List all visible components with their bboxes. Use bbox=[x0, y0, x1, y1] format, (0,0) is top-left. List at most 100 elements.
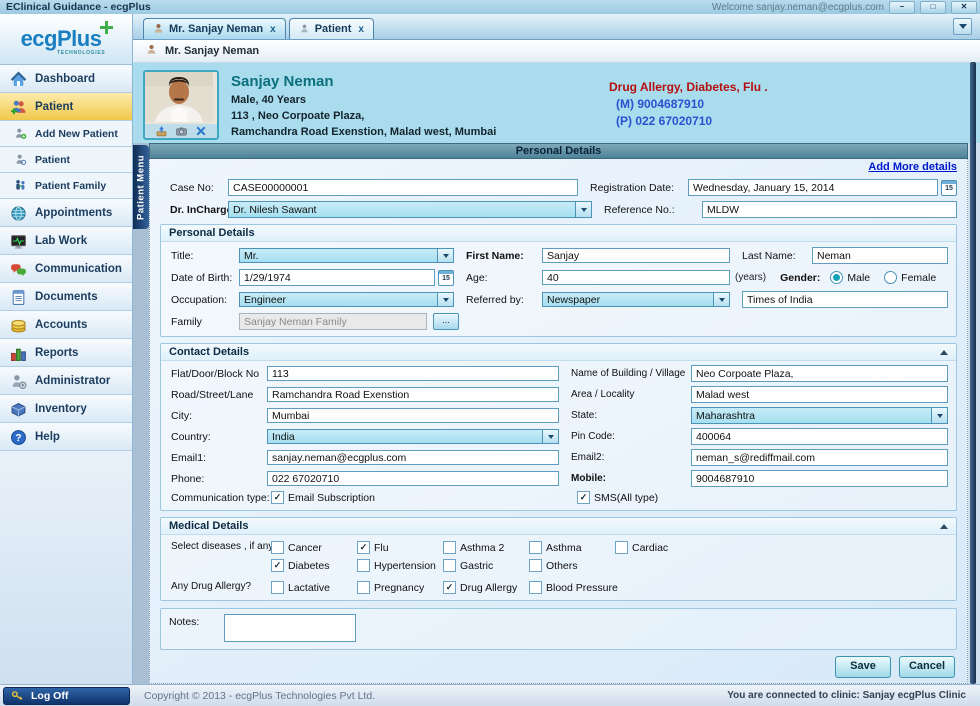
sidebar-item-appointments[interactable]: Appointments bbox=[0, 199, 132, 227]
checkbox-cancer[interactable]: Cancer bbox=[271, 541, 357, 554]
checkbox-checked-icon[interactable]: ✓ bbox=[271, 491, 284, 504]
checkbox-unchecked-icon[interactable] bbox=[529, 541, 542, 554]
calendar-icon[interactable]: 15 bbox=[438, 270, 454, 286]
notes-textarea[interactable] bbox=[224, 614, 356, 642]
chevron-down-icon[interactable] bbox=[713, 293, 729, 306]
tab-close-icon[interactable]: x bbox=[358, 24, 364, 35]
sidebar-item-lab-work[interactable]: Lab Work bbox=[0, 227, 132, 255]
checkbox-checked-icon[interactable]: ✓ bbox=[443, 581, 456, 594]
checkbox-pregnancy[interactable]: Pregnancy bbox=[357, 581, 443, 594]
registration-date-input[interactable]: Wednesday, January 15, 2014 bbox=[688, 179, 938, 196]
checkbox-sms-all-type-[interactable]: ✓SMS(All type) bbox=[577, 491, 658, 504]
checkbox-lactative[interactable]: Lactative bbox=[271, 581, 357, 594]
tab-list-dropdown[interactable] bbox=[953, 18, 972, 35]
chevron-down-icon[interactable] bbox=[437, 293, 453, 306]
family-browse-button[interactable]: ... bbox=[433, 313, 459, 330]
country-select[interactable]: India bbox=[267, 429, 559, 444]
checkbox-cardiac[interactable]: Cardiac bbox=[615, 541, 701, 554]
state-select[interactable]: Maharashtra bbox=[691, 407, 948, 424]
collapse-icon[interactable] bbox=[940, 350, 948, 355]
last-name-input[interactable]: Neman bbox=[812, 247, 948, 264]
checkbox-diabetes[interactable]: ✓Diabetes bbox=[271, 559, 357, 572]
area-input[interactable]: Malad west bbox=[691, 386, 948, 403]
occupation-select[interactable]: Engineer bbox=[239, 292, 454, 307]
dob-input[interactable]: 1/29/1974 bbox=[239, 269, 435, 286]
checkbox-email-subscription[interactable]: ✓Email Subscription bbox=[271, 491, 577, 504]
maximize-button[interactable]: □ bbox=[920, 1, 946, 14]
checkbox-flu[interactable]: ✓Flu bbox=[357, 541, 443, 554]
add-more-details-link[interactable]: Add More details bbox=[868, 161, 957, 173]
radio-male[interactable]: Male bbox=[830, 271, 870, 284]
save-button[interactable]: Save bbox=[835, 656, 891, 678]
checkbox-others[interactable]: Others bbox=[529, 559, 615, 572]
checkbox-unchecked-icon[interactable] bbox=[271, 541, 284, 554]
case-no-input[interactable]: CASE00000001 bbox=[228, 179, 578, 196]
cancel-button[interactable]: Cancel bbox=[899, 656, 955, 678]
checkbox-checked-icon[interactable]: ✓ bbox=[577, 491, 590, 504]
city-input[interactable]: Mumbai bbox=[267, 408, 559, 423]
age-input[interactable]: 40 bbox=[542, 270, 730, 285]
reference-no-input[interactable]: MLDW bbox=[702, 201, 957, 218]
remove-photo-icon[interactable] bbox=[195, 125, 207, 137]
sidebar-item-documents[interactable]: Documents bbox=[0, 283, 132, 311]
email1-input[interactable]: sanjay.neman@ecgplus.com bbox=[267, 450, 559, 465]
log-off-button[interactable]: Log Off bbox=[3, 687, 130, 705]
patient-menu-tab[interactable]: Patient Menu bbox=[133, 145, 149, 229]
tab-patient-record[interactable]: Mr. Sanjay Neman x bbox=[143, 18, 286, 39]
checkbox-unchecked-icon[interactable] bbox=[357, 559, 370, 572]
radio-unselected-icon[interactable] bbox=[884, 271, 897, 284]
referred-detail-input[interactable]: Times of India bbox=[742, 291, 948, 308]
building-input[interactable]: Neo Corpoate Plaza, bbox=[691, 365, 948, 382]
checkbox-checked-icon[interactable]: ✓ bbox=[357, 541, 370, 554]
sidebar-item-reports[interactable]: Reports bbox=[0, 339, 132, 367]
vertical-scrollbar[interactable] bbox=[970, 62, 976, 684]
checkbox-asthma-2[interactable]: Asthma 2 bbox=[443, 541, 529, 554]
sidebar-item-help[interactable]: ? Help bbox=[0, 423, 132, 451]
sidebar-item-patient-sub[interactable]: Patient bbox=[0, 147, 132, 173]
chevron-down-icon[interactable] bbox=[437, 249, 453, 262]
sidebar-item-dashboard[interactable]: Dashboard bbox=[0, 65, 132, 93]
collapse-icon[interactable] bbox=[940, 524, 948, 529]
chevron-down-icon[interactable] bbox=[931, 408, 947, 423]
checkbox-unchecked-icon[interactable] bbox=[443, 559, 456, 572]
mobile-input[interactable]: 9004687910 bbox=[691, 470, 948, 487]
calendar-icon[interactable]: 15 bbox=[941, 180, 957, 196]
checkbox-unchecked-icon[interactable] bbox=[529, 559, 542, 572]
sidebar-item-add-new-patient[interactable]: Add New Patient bbox=[0, 121, 132, 147]
radio-female[interactable]: Female bbox=[884, 271, 936, 284]
sidebar-item-patient[interactable]: Patient bbox=[0, 93, 132, 121]
phone-input[interactable]: 022 67020710 bbox=[267, 471, 559, 486]
flat-input[interactable]: 113 bbox=[267, 366, 559, 381]
checkbox-unchecked-icon[interactable] bbox=[443, 541, 456, 554]
referred-by-select[interactable]: Newspaper bbox=[542, 292, 730, 307]
checkbox-unchecked-icon[interactable] bbox=[615, 541, 628, 554]
title-select[interactable]: Mr. bbox=[239, 248, 454, 263]
upload-photo-icon[interactable] bbox=[155, 125, 168, 137]
sidebar-item-inventory[interactable]: Inventory bbox=[0, 395, 132, 423]
sidebar-item-accounts[interactable]: Accounts bbox=[0, 311, 132, 339]
checkbox-hypertension[interactable]: Hypertension bbox=[357, 559, 443, 572]
sidebar-item-communication[interactable]: Communication bbox=[0, 255, 132, 283]
pin-input[interactable]: 400064 bbox=[691, 428, 948, 445]
dr-incharge-select[interactable]: Dr. Nilesh Sawant bbox=[228, 201, 592, 218]
tab-patient[interactable]: Patient x bbox=[289, 18, 374, 39]
checkbox-unchecked-icon[interactable] bbox=[529, 581, 542, 594]
minimize-button[interactable]: – bbox=[889, 1, 915, 14]
camera-icon[interactable] bbox=[175, 125, 188, 137]
radio-selected-icon[interactable] bbox=[830, 271, 843, 284]
checkbox-checked-icon[interactable]: ✓ bbox=[271, 559, 284, 572]
checkbox-drug-allergy[interactable]: ✓Drug Allergy bbox=[443, 581, 529, 594]
checkbox-blood-pressure[interactable]: Blood Pressure bbox=[529, 581, 615, 594]
chevron-down-icon[interactable] bbox=[575, 202, 591, 217]
checkbox-asthma[interactable]: Asthma bbox=[529, 541, 615, 554]
close-button[interactable]: ✕ bbox=[951, 1, 977, 14]
tab-close-icon[interactable]: x bbox=[270, 24, 276, 35]
sidebar-item-administrator[interactable]: Administrator bbox=[0, 367, 132, 395]
checkbox-unchecked-icon[interactable] bbox=[271, 581, 284, 594]
sidebar-item-patient-family[interactable]: Patient Family bbox=[0, 173, 132, 199]
checkbox-unchecked-icon[interactable] bbox=[357, 581, 370, 594]
chevron-down-icon[interactable] bbox=[542, 430, 558, 443]
road-input[interactable]: Ramchandra Road Exenstion bbox=[267, 387, 559, 402]
checkbox-gastric[interactable]: Gastric bbox=[443, 559, 529, 572]
first-name-input[interactable]: Sanjay bbox=[542, 248, 730, 263]
